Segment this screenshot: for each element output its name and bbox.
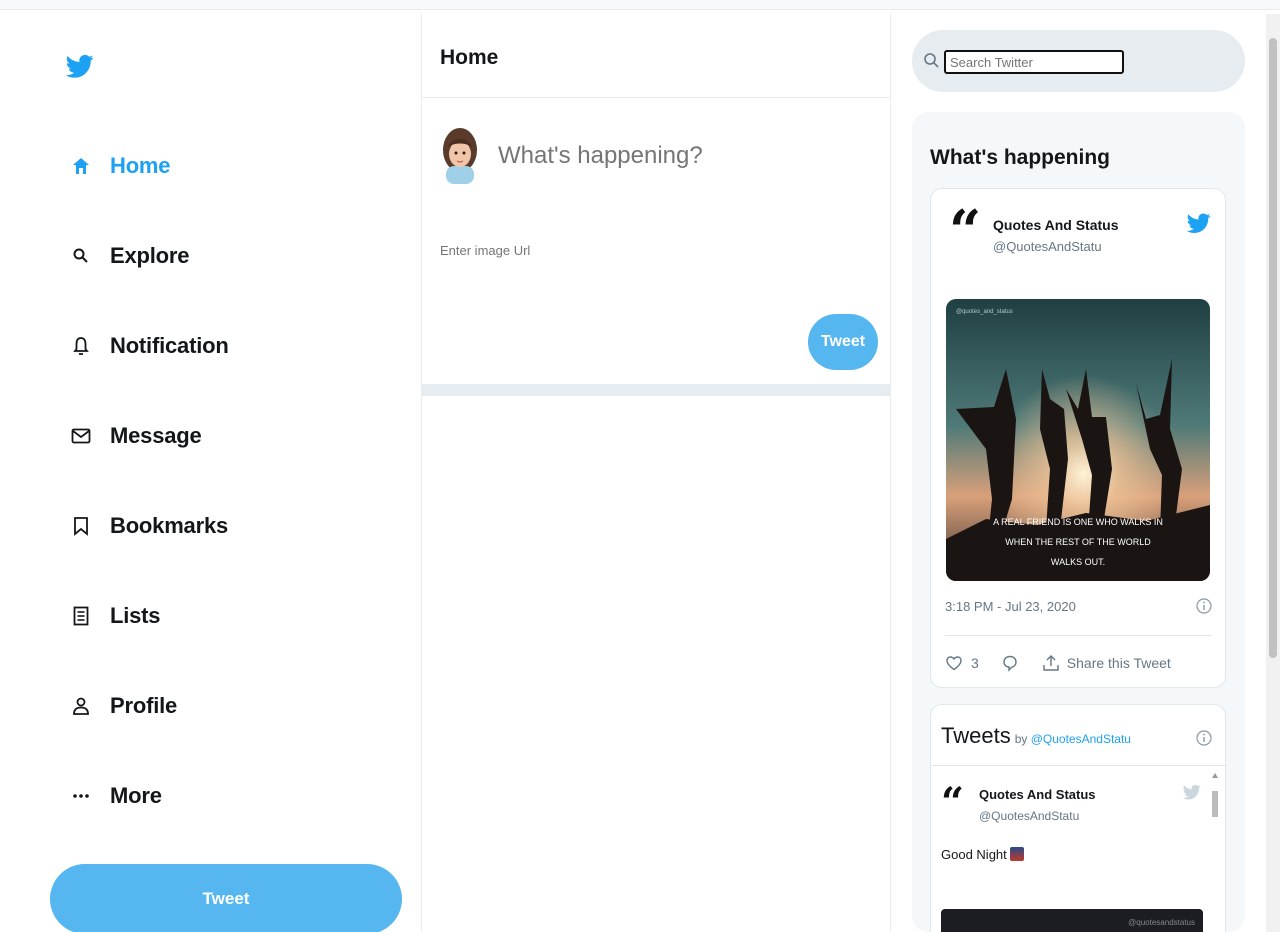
bookmark-icon [68, 513, 94, 539]
timeline-tweet-media[interactable]: @quotesandstatus [941, 909, 1203, 932]
timeline-title: Tweets [941, 723, 1011, 748]
like-count: 3 [971, 655, 979, 671]
bell-icon [68, 333, 94, 359]
embed-actions: 3 Share this Tweet [945, 651, 1171, 675]
image-url-input[interactable] [440, 238, 740, 262]
main-feed: Home Tweet [421, 14, 891, 932]
share-tweet-button[interactable]: Share this Tweet [1041, 653, 1171, 673]
twitter-bird-icon[interactable] [1182, 783, 1201, 801]
search-icon [68, 243, 94, 269]
media-watermark: @quotesandstatus [1128, 918, 1195, 927]
twitter-bird-icon[interactable] [1186, 211, 1211, 235]
sidebar-item-label: Home [110, 153, 171, 178]
sidebar-item-label: More [110, 783, 162, 808]
feed-divider [422, 384, 890, 396]
like-button[interactable]: 3 [945, 654, 979, 672]
scrollbar-thumb[interactable] [1269, 38, 1277, 658]
image-caption-line-3: WALKS OUT. [1051, 557, 1105, 567]
search-input[interactable] [944, 50, 1124, 74]
timeline-tweet-text: Good Night [941, 847, 1025, 862]
embed-author-name[interactable]: Quotes And Status [993, 217, 1119, 233]
sidebar: Home Explore Notification Message Bookma… [0, 10, 420, 932]
whats-happening-input[interactable] [498, 138, 858, 174]
page-scrollbar[interactable] [1266, 14, 1280, 932]
sidebar-item-label: Profile [110, 693, 178, 718]
reply-button[interactable] [1001, 654, 1019, 672]
embedded-tweet-card[interactable]: “ Quotes And Status @QuotesAndStatu A RE… [930, 188, 1226, 688]
sidebar-item-lists[interactable]: Lists [68, 596, 161, 636]
sidebar-item-message[interactable]: Message [68, 416, 202, 456]
timeline-by-handle-link[interactable]: @QuotesAndStatu [1031, 732, 1131, 746]
right-sidebar: What's happening “ Quotes And Status @Qu… [892, 14, 1280, 932]
list-icon [68, 603, 94, 629]
feed-header: Home [422, 14, 890, 98]
tweet-composer: Tweet [422, 98, 890, 384]
sidebar-item-profile[interactable]: Profile [68, 686, 177, 726]
sidebar-item-home[interactable]: Home [68, 146, 171, 186]
sidebar-item-label: Message [110, 423, 202, 448]
image-caption-line-2: WHEN THE REST OF THE WORLD [1005, 537, 1151, 547]
timeline-divider [931, 765, 1227, 766]
info-icon[interactable] [1195, 597, 1213, 615]
quote-logo-icon: “ [949, 198, 982, 264]
sidebar-item-label: Bookmarks [110, 513, 229, 538]
embed-media-image[interactable]: A REAL FRIEND IS ONE WHO WALKS IN WHEN T… [946, 299, 1210, 581]
avatar[interactable] [442, 126, 478, 184]
share-label: Share this Tweet [1066, 655, 1171, 671]
heart-icon [945, 654, 963, 672]
tweets-timeline: Tweets by @QuotesAndStatu “ Quotes And St… [930, 704, 1227, 932]
search-icon [922, 51, 942, 71]
comment-icon [1001, 654, 1019, 672]
quote-logo-icon: “ [941, 779, 965, 826]
sidebar-item-more[interactable]: More [68, 776, 162, 816]
sidebar-item-notification[interactable]: Notification [68, 326, 229, 366]
timeline-tweet-author-handle[interactable]: @QuotesAndStatu [979, 809, 1079, 823]
night-emoji-icon [1010, 847, 1025, 861]
page-title: Home [440, 46, 499, 69]
sidebar-item-explore[interactable]: Explore [68, 236, 189, 276]
sidebar-item-label: Explore [110, 243, 190, 268]
timeline-by-prefix: by [1014, 732, 1028, 746]
twitter-logo-icon[interactable] [65, 52, 94, 80]
composer-tweet-button[interactable]: Tweet [808, 314, 878, 370]
trends-title: What's happening [930, 146, 1110, 169]
home-icon [68, 153, 94, 179]
user-icon [68, 693, 94, 719]
embed-author-handle[interactable]: @QuotesAndStatu [993, 239, 1102, 254]
more-icon [68, 783, 94, 809]
browser-top-strip [0, 0, 1280, 10]
trends-panel: What's happening “ Quotes And Status @Qu… [912, 112, 1245, 932]
timeline-info-icon[interactable] [1195, 729, 1213, 747]
timeline-scrollbar[interactable] [1209, 769, 1221, 932]
image-watermark: @quotes_and_status [956, 309, 1013, 315]
sidebar-item-label: Lists [110, 603, 161, 628]
timeline-header: Tweets by @QuotesAndStatu [941, 723, 1131, 749]
timeline-tweet-author-name[interactable]: Quotes And Status [979, 787, 1096, 802]
mail-icon [68, 423, 94, 449]
share-icon [1041, 653, 1061, 673]
embed-divider [945, 635, 1211, 636]
sidebar-item-bookmarks[interactable]: Bookmarks [68, 506, 228, 546]
sidebar-item-label: Notification [110, 333, 229, 358]
search-bar [912, 30, 1245, 92]
embed-timestamp[interactable]: 3:18 PM - Jul 23, 2020 [945, 599, 1076, 614]
sidebar-tweet-button[interactable]: Tweet [50, 864, 402, 932]
image-caption-line-1: A REAL FRIEND IS ONE WHO WALKS IN [993, 517, 1163, 527]
